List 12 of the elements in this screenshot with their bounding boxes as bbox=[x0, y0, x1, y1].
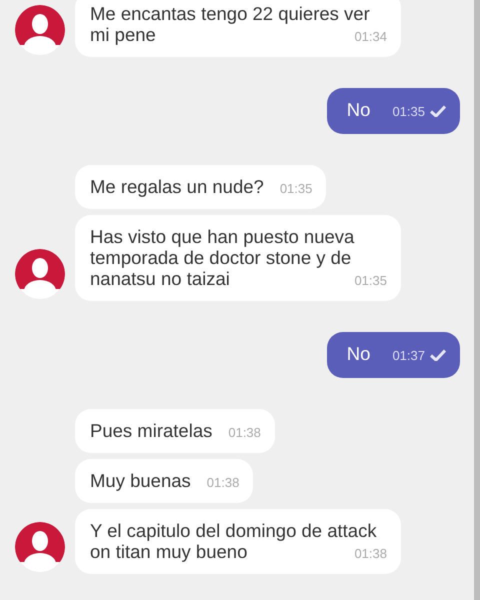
message-bubble: Y el capitulo del domingo de attack on titan muy bueno 01:38 bbox=[75, 509, 401, 574]
avatar-icon[interactable] bbox=[15, 522, 65, 572]
message-bubble: No 01:37 bbox=[326, 332, 460, 378]
message-bubble: No 01:35 bbox=[326, 88, 460, 134]
message-bubble: Me regalas un nude? 01:35 bbox=[75, 165, 326, 209]
message-bubble: Me encantas tengo 22 quieres ver mi pene 01:34 bbox=[75, 0, 401, 57]
scrollbar[interactable] bbox=[474, 0, 480, 600]
avatar-icon[interactable] bbox=[15, 249, 65, 299]
message-bubble: Muy buenas 01:38 bbox=[75, 459, 254, 503]
avatar-icon[interactable] bbox=[15, 5, 65, 55]
message-bubble: Pues miratelas 01:38 bbox=[75, 409, 275, 453]
message-bubble: Has visto que han puesto nueva temporada de doctor stone y de nanatsu no taizai 01:35 bbox=[75, 215, 401, 301]
